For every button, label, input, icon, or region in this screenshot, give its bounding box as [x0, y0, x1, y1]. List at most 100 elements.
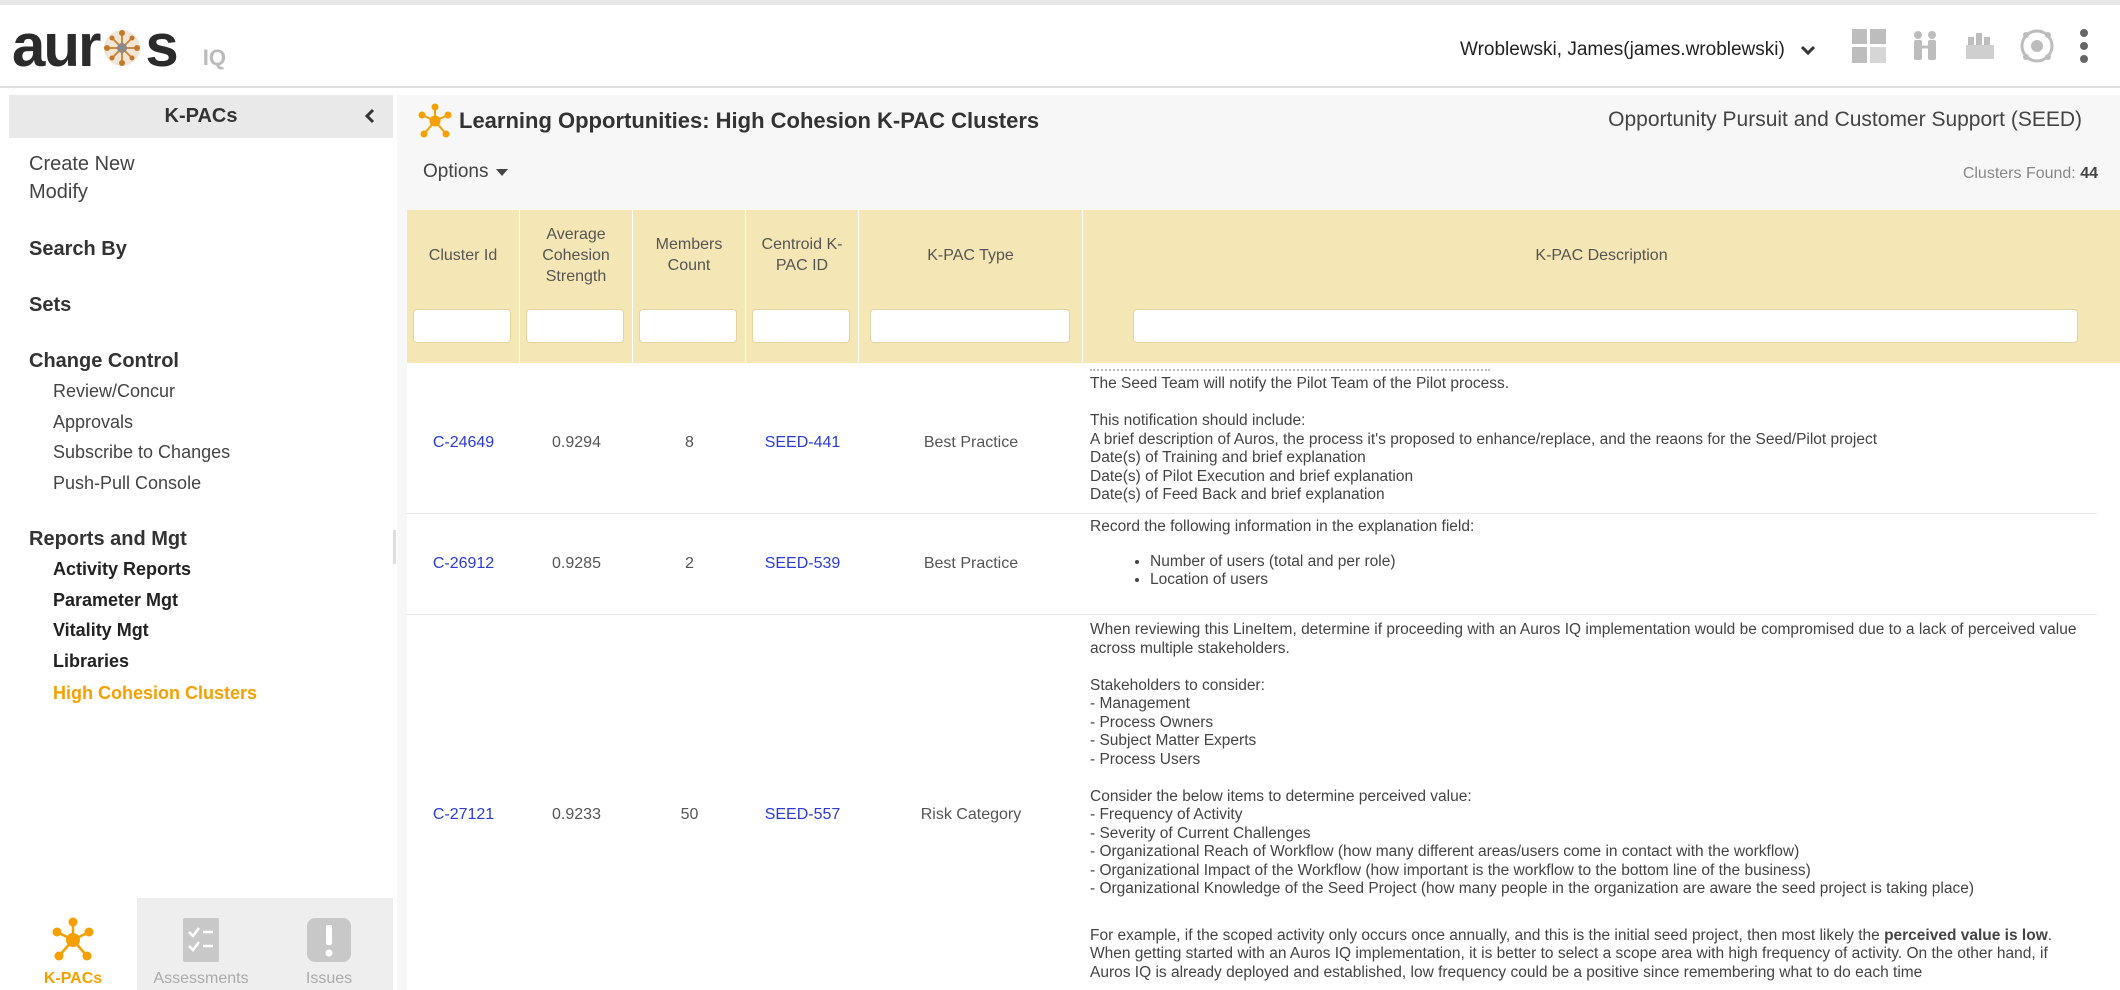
sidebar-item-approvals[interactable]: Approvals [29, 407, 393, 438]
team-icon[interactable] [1962, 27, 2000, 65]
main-panel: Learning Opportunities: High Cohesion K-… [397, 95, 2120, 990]
example-text-bold: perceived value is low [1884, 926, 2048, 944]
collapse-sidebar-icon[interactable] [361, 107, 379, 125]
sidebar-item-sets[interactable]: Sets [29, 290, 393, 320]
filter-centroid[interactable] [752, 309, 850, 343]
filter-kpac-description[interactable] [1133, 309, 2078, 343]
sidebar-item-search-by[interactable]: Search By [29, 234, 393, 264]
dashboard-icon[interactable] [1850, 27, 1888, 65]
tab-issues[interactable]: Issues [265, 898, 393, 990]
example-text-start: For example, if the scoped activity only… [1090, 926, 1885, 944]
sidebar-section-reports: Reports and Mgt [29, 528, 187, 550]
col-centroid[interactable]: Centroid K-PAC ID [746, 210, 859, 363]
tab-kpacs[interactable]: K-PACs [9, 898, 137, 990]
sidebar-item-review-concur[interactable]: Review/Concur [29, 376, 393, 407]
members-count: 50 [680, 805, 699, 823]
sidebar-section-change-control: Change Control [29, 350, 179, 372]
list-item: Location of users [1150, 571, 2090, 590]
options-dropdown[interactable]: Options [423, 161, 509, 183]
description-text: Record the following information in the … [1090, 518, 1475, 535]
members-count: 8 [685, 434, 694, 451]
sidebar-item-libraries[interactable]: Libraries [29, 646, 393, 677]
sidebar-item-parameter-mgt[interactable]: Parameter Mgt [29, 585, 393, 616]
description-example: For example, if the scoped activity only… [1090, 927, 2090, 983]
kpac-type: Best Practice [923, 434, 1019, 451]
sidebar-resize-handle[interactable] [393, 530, 396, 564]
sidebar-item-subscribe[interactable]: Subscribe to Changes [29, 437, 393, 468]
cluster-id-link[interactable]: C-26912 [407, 514, 520, 614]
members-count: 2 [685, 555, 694, 572]
page-context: Opportunity Pursuit and Customer Support… [1608, 108, 2082, 131]
sidebar-item-create-new[interactable]: Create New [29, 150, 393, 178]
logo-flower-icon [104, 30, 141, 66]
clusters-found-label: Clusters Found: [1962, 165, 2076, 182]
clipped-row-remnant [1090, 365, 1490, 371]
col-kpac-description[interactable]: K-PAC Description [1083, 210, 2120, 363]
col-cohesion-label: Average Cohesion Strength [542, 225, 610, 285]
user-menu[interactable]: Wroblewski, James(james.wroblewski) [1460, 39, 1817, 61]
options-label: Options [423, 161, 489, 182]
description-text: The Seed Team will notify the Pilot Team… [1090, 375, 1878, 503]
kpac-description: Record the following information in the … [1090, 518, 2090, 590]
bullet-list: Number of users (total and per role) Loc… [1090, 553, 2090, 590]
clusters-found: Clusters Found: 44 [1963, 165, 2098, 183]
col-cluster-id[interactable]: Cluster Id [407, 210, 520, 363]
assessments-icon [183, 918, 219, 962]
network-icon[interactable] [2018, 27, 2056, 65]
kpac-cluster-icon [418, 103, 452, 138]
col-kpac-type-label: K-PAC Type [927, 246, 1014, 264]
user-name: Wroblewski, James(james.wroblewski) [1460, 39, 1785, 60]
page-title: Learning Opportunities: High Cohesion K-… [459, 108, 1040, 133]
centroid-link[interactable]: SEED-441 [746, 373, 859, 513]
filter-kpac-type[interactable] [870, 309, 1070, 343]
sidebar: K-PACs Create New Modify Search By Sets … [9, 95, 393, 990]
caret-down-icon [496, 168, 509, 176]
col-kpac-description-label: K-PAC Description [1535, 246, 1668, 264]
table-header: Cluster Id Average Cohesion Strength Mem… [407, 210, 2120, 363]
sidebar-item-push-pull[interactable]: Push-Pull Console [29, 468, 393, 499]
kpac-icon [52, 917, 94, 961]
centroid-link[interactable]: SEED-557 [746, 615, 859, 990]
col-members[interactable]: Members Count [633, 210, 746, 363]
issues-icon [307, 918, 351, 962]
kpac-type: Risk Category [920, 805, 1022, 823]
clusters-found-count: 44 [2080, 165, 2098, 182]
logo-text-right: s [145, 12, 178, 79]
filter-cluster-id[interactable] [413, 309, 511, 343]
col-centroid-label: Centroid K-PAC ID [761, 236, 843, 274]
table-row[interactable]: C-27121 0.9233 50 SEED-557 Risk Category… [407, 615, 2097, 990]
tab-assessments-label: Assessments [153, 970, 249, 987]
description-text: When reviewing this LineItem, determine … [1090, 621, 2077, 897]
col-cohesion[interactable]: Average Cohesion Strength [520, 210, 633, 363]
table-row[interactable]: C-26912 0.9285 2 SEED-539 Best Practice … [407, 514, 2097, 615]
filter-cohesion[interactable] [526, 309, 624, 343]
cohesion-value: 0.9233 [552, 805, 601, 823]
bottom-tab-bar: K-PACs Assessments Issues [9, 898, 393, 990]
sidebar-item-high-cohesion-clusters[interactable]: High Cohesion Clusters [29, 678, 393, 709]
kebab-menu-icon[interactable] [2078, 27, 2090, 65]
auros-logo[interactable]: aur s IQ [12, 12, 226, 79]
chevron-down-icon [1800, 45, 1815, 56]
sidebar-item-modify[interactable]: Modify [29, 178, 393, 206]
tab-assessments[interactable]: Assessments [137, 898, 265, 990]
list-item: Number of users (total and per role) [1150, 553, 2090, 572]
col-members-label: Members Count [655, 236, 723, 274]
cohesion-value: 0.9294 [552, 434, 601, 451]
cluster-id-link[interactable]: C-24649 [407, 373, 520, 513]
col-kpac-type[interactable]: K-PAC Type [859, 210, 1083, 363]
tab-issues-label: Issues [305, 970, 353, 987]
filter-members[interactable] [639, 309, 737, 343]
kpac-description: When reviewing this LineItem, determine … [1090, 621, 2090, 982]
cluster-id-link[interactable]: C-27121 [407, 615, 520, 990]
table-row[interactable]: C-24649 0.9294 8 SEED-441 Best Practice … [407, 369, 2097, 514]
cohesion-value: 0.9285 [552, 555, 601, 572]
app-header: aur s IQ Wroblewski, James(james.wroblew… [0, 5, 2120, 88]
page-header: Learning Opportunities: High Cohesion K-… [397, 95, 2120, 147]
people-icon[interactable] [1906, 27, 1944, 65]
clusters-table: Cluster Id Average Cohesion Strength Mem… [407, 210, 2120, 990]
sidebar-title: K-PACs [9, 95, 393, 138]
sidebar-item-activity-reports[interactable]: Activity Reports [29, 554, 393, 585]
sidebar-item-vitality-mgt[interactable]: Vitality Mgt [29, 615, 393, 646]
centroid-link[interactable]: SEED-539 [746, 514, 859, 614]
kpac-description: The Seed Team will notify the Pilot Team… [1090, 375, 2090, 505]
